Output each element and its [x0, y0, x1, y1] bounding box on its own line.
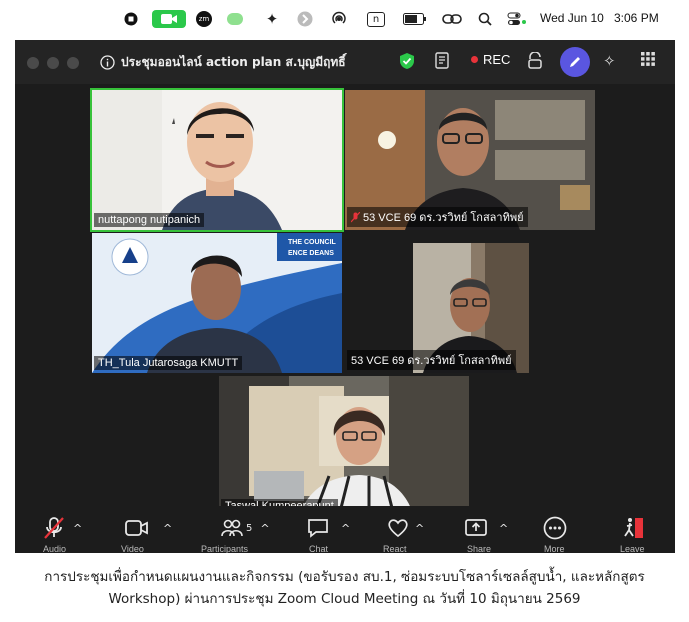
- more-button[interactable]: [543, 516, 567, 540]
- more-options-icon: [543, 516, 567, 540]
- participants-button[interactable]: 5 ^: [221, 516, 270, 540]
- chat-icon: [308, 519, 328, 538]
- chat-button[interactable]: ^: [307, 516, 350, 540]
- video-button[interactable]: ^: [125, 516, 172, 540]
- rec-label: REC: [483, 52, 511, 67]
- search-icon[interactable]: [476, 10, 494, 28]
- ai-sparkle-icon[interactable]: ✧: [603, 52, 616, 70]
- mic-muted-icon: [44, 517, 64, 539]
- meeting-controls-toolbar: ^ Audio ^ Video 5 ^ Participants ^ Chat …: [15, 506, 675, 553]
- whiteboard-pen-icon[interactable]: [560, 47, 590, 77]
- leave-door-icon: [624, 518, 643, 538]
- video-camera-icon: [125, 520, 148, 536]
- participant-video-tile[interactable]: nuttapong nutipanich: [90, 88, 344, 232]
- caption-line-1: การประชุมเพื่อกำหนดแผนงานและกิจกรรม (ขอร…: [44, 569, 645, 585]
- link-icon[interactable]: [442, 10, 462, 28]
- zoom-video-icon[interactable]: [152, 10, 186, 28]
- chevron-up-icon[interactable]: ^: [415, 522, 424, 535]
- menubar-date[interactable]: Wed Jun 10: [540, 11, 604, 25]
- share-screen-icon: [465, 519, 487, 536]
- leave-button[interactable]: [623, 516, 645, 540]
- meeting-title-text: ประชุมออนไลน์ action plan ส.บุญมีฤทธิ์: [121, 55, 346, 69]
- title-bar: ประชุมออนไลน์ action plan ส.บุญมีฤทธิ์ R…: [15, 40, 675, 84]
- chevron-up-icon[interactable]: ^: [73, 522, 82, 535]
- react-label: React: [383, 544, 407, 553]
- chevron-up-icon[interactable]: ^: [163, 522, 172, 535]
- participant-name: 53 VCE 69 ดร.วรวิทย์ โกสลาทิพย์: [347, 207, 528, 227]
- react-button[interactable]: ^: [387, 516, 424, 540]
- n-icon[interactable]: n: [366, 10, 386, 28]
- menubar-time[interactable]: 3:06 PM: [614, 11, 659, 25]
- zoom-window: ประชุมออนไลน์ action plan ส.บุญมีฤทธิ์ R…: [15, 40, 675, 553]
- participant-video: [219, 376, 469, 516]
- participant-video: [92, 90, 342, 230]
- participant-video-tile[interactable]: 53 VCE 69 ดร.วรวิทย์ โกสลาทิพย์: [345, 90, 595, 230]
- participants-count: 5: [246, 522, 253, 534]
- participants-icon: [221, 519, 243, 537]
- zoom-window-button[interactable]: [67, 57, 79, 69]
- image-caption: การประชุมเพื่อกำหนดแผนงานและกิจกรรม (ขอร…: [0, 566, 689, 610]
- background-banner-text: THE COUNCIL ENCE DEANS: [288, 239, 336, 257]
- participants-label: Participants: [201, 544, 249, 553]
- chevron-up-icon[interactable]: ^: [499, 522, 508, 535]
- heart-icon: [388, 519, 408, 538]
- participant-video-tile[interactable]: 53 VCE 69 ดร.วรวิทย์ โกสลาทิพย์: [345, 233, 595, 373]
- lock-icon[interactable]: [527, 52, 543, 70]
- share-button[interactable]: ^: [465, 516, 508, 540]
- participant-video-tile[interactable]: Taswal Kumpeerapunt: [219, 376, 469, 516]
- arrow-circle-icon[interactable]: [296, 10, 314, 28]
- leave-label: Leave: [620, 544, 645, 553]
- apps-grid-icon[interactable]: [641, 52, 655, 66]
- chevron-up-icon[interactable]: ^: [341, 522, 350, 535]
- mic-muted-icon: [351, 211, 360, 222]
- minimize-window-button[interactable]: [47, 57, 59, 69]
- record-dot-icon: [471, 56, 478, 63]
- participant-name: 53 VCE 69 ดร.วรวิทย์ โกสลาทิพย์: [347, 350, 516, 370]
- chevron-up-icon[interactable]: ^: [260, 522, 269, 535]
- info-icon[interactable]: [100, 55, 115, 70]
- control-center-icon[interactable]: [504, 10, 530, 28]
- chat-bubble-icon[interactable]: [226, 10, 244, 28]
- audio-label: Audio: [43, 544, 67, 553]
- close-window-button[interactable]: [27, 57, 39, 69]
- caption-line-2: Workshop) ผ่านการประชุม Zoom Cloud Meeti…: [108, 591, 581, 607]
- more-label: More: [544, 544, 565, 553]
- record-stop-icon[interactable]: [122, 10, 140, 28]
- participant-name: TH_Tula Jutarosaga KMUTT: [94, 356, 243, 370]
- notes-icon[interactable]: [435, 52, 451, 70]
- recording-indicator[interactable]: REC: [471, 52, 510, 67]
- sparkle-icon[interactable]: ✦: [263, 10, 281, 28]
- participant-video-tile[interactable]: THE COUNCIL ENCE DEANS TH_Tula Jutarosag…: [92, 233, 342, 373]
- mac-menu-bar: zm ✦ n Wed Jun 10 3:06 PM: [0, 0, 689, 36]
- audio-button[interactable]: ^: [43, 516, 82, 540]
- participant-name: nuttapong nutipanich: [94, 213, 205, 227]
- video-label: Video: [121, 544, 144, 553]
- security-shield-icon[interactable]: [399, 52, 415, 70]
- share-label: Share: [467, 544, 492, 553]
- chat-label: Chat: [309, 544, 329, 553]
- airdrop-icon[interactable]: [330, 10, 348, 28]
- meeting-title[interactable]: ประชุมออนไลน์ action plan ส.บุญมีฤทธิ์: [100, 53, 346, 72]
- battery-icon: [403, 10, 427, 28]
- zm-icon[interactable]: zm: [195, 10, 213, 28]
